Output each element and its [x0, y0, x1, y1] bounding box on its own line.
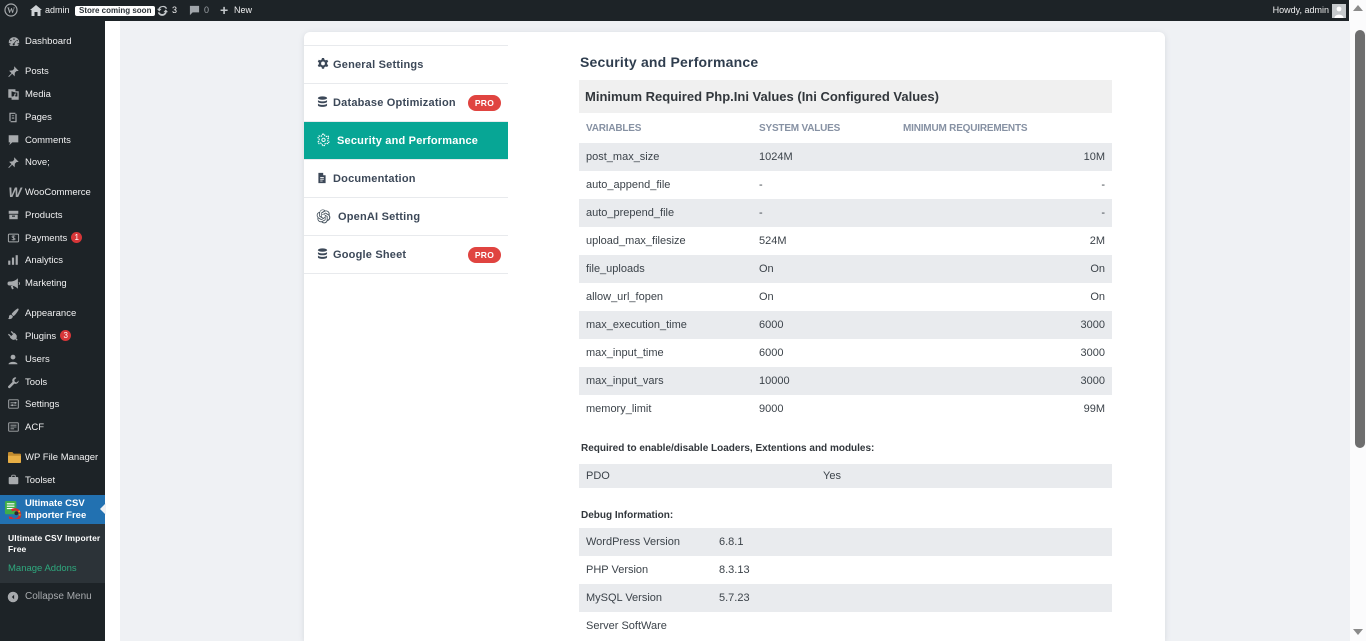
svg-text:W: W: [7, 6, 15, 15]
svg-text:W: W: [8, 186, 23, 199]
